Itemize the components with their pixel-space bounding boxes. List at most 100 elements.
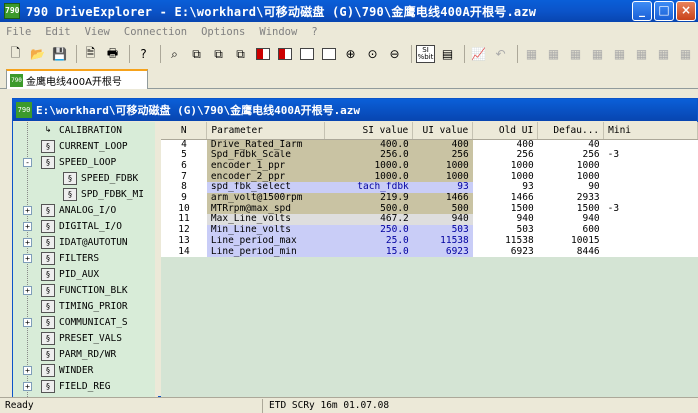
expand-icon[interactable]: + xyxy=(23,221,32,231)
menu-help[interactable]: ? xyxy=(311,26,317,38)
view-split-red-2-icon[interactable] xyxy=(275,45,294,64)
maximize-button[interactable]: □ xyxy=(654,1,674,21)
column-header-old-ui[interactable]: Old UI xyxy=(472,122,539,140)
tree-node[interactable]: + § ANALOG_I/O xyxy=(13,202,155,218)
compare-prev-icon[interactable]: ⧉ xyxy=(231,45,250,64)
download-icon[interactable]: ▦ xyxy=(522,45,541,64)
document-tab[interactable]: 790 金鹰电线400A开根号 xyxy=(6,69,148,89)
tree-node[interactable]: § SPD_FDBK_MI xyxy=(13,186,155,202)
menu-connection[interactable]: Connection xyxy=(124,26,187,38)
undo-icon[interactable]: ↶ xyxy=(491,45,510,64)
cell-si-value[interactable]: 467.2 xyxy=(324,214,413,226)
tree-node[interactable]: § PARM_RD/WR xyxy=(13,346,155,362)
cell-ui-value[interactable]: 500 xyxy=(412,203,473,215)
cell-si-value[interactable]: 219.9 xyxy=(324,193,413,204)
compare-next-icon[interactable]: ⧉ xyxy=(209,45,228,64)
expand-icon[interactable]: + xyxy=(23,381,32,391)
cell-ui-value[interactable]: 11538 xyxy=(412,235,473,247)
tree-node[interactable]: § PID_AUX xyxy=(13,266,155,282)
tree-node[interactable]: + § DIGITAL_I/O xyxy=(13,218,155,234)
menu-file[interactable]: File xyxy=(6,26,31,38)
table-row[interactable]: 5 Spd_Fdbk_Scale 256.0 256 256 256 -3 xyxy=(161,150,698,161)
cell-ui-value[interactable]: 256 xyxy=(412,150,473,161)
upload-icon[interactable]: ▦ xyxy=(544,45,563,64)
table-row[interactable]: 10 MTRrpm@max_spd 500.0 500 1500 1500 -3 xyxy=(161,203,698,215)
save-icon[interactable]: 💾 xyxy=(50,45,69,64)
menu-edit[interactable]: Edit xyxy=(45,26,70,38)
drive-config-icon[interactable]: ▦ xyxy=(654,45,673,64)
drive-compare-icon[interactable]: ▦ xyxy=(610,45,629,64)
print-preview-icon[interactable]: 🗎 xyxy=(81,45,100,64)
tree-node[interactable]: § TIMING_PRIOR xyxy=(13,298,155,314)
table-row[interactable]: 4 Drive_Rated_Iarm 400.0 400 400 40 xyxy=(161,139,698,151)
column-header-parameter[interactable]: Parameter xyxy=(206,122,326,140)
tree-node[interactable]: + § COMMUNICAT_S xyxy=(13,314,155,330)
cell-ui-value[interactable]: 6923 xyxy=(412,246,473,258)
si-units-toggle[interactable]: SI %bit xyxy=(415,45,436,64)
expand-icon[interactable]: + xyxy=(23,285,32,295)
find-icon[interactable]: ⌕ xyxy=(165,45,184,64)
tree-node[interactable]: + § WINDER xyxy=(13,362,155,378)
tree-node[interactable]: + § FUNCTION_BLK xyxy=(13,282,155,298)
print-icon[interactable]: 🖶 xyxy=(103,45,122,64)
view-column-icon[interactable] xyxy=(297,45,316,64)
cell-si-value[interactable]: 25.0 xyxy=(324,235,413,247)
cell-si-value[interactable]: 250.0 xyxy=(324,225,413,236)
table-row[interactable]: 8 spd_fbk_select tach_fdbk 93 93 90 xyxy=(161,182,698,194)
menu-view[interactable]: View xyxy=(85,26,110,38)
expand-icon[interactable]: + xyxy=(23,253,32,263)
cell-ui-value[interactable]: 503 xyxy=(412,225,473,236)
table-row[interactable]: 6 encoder_1_ppr 1000.0 1000 1000 1000 xyxy=(161,160,698,172)
cell-ui-value[interactable]: 1466 xyxy=(412,193,473,204)
table-row[interactable]: 14 Line_period_min 15.0 6923 6923 8446 xyxy=(161,246,698,258)
column-header-min[interactable]: Mini xyxy=(603,122,698,140)
tree-node[interactable]: + § FILTERS xyxy=(13,250,155,266)
drive-info-icon[interactable]: ▦ xyxy=(676,45,695,64)
expand-icon[interactable]: + xyxy=(23,205,32,215)
open-folder-icon[interactable]: 📂 xyxy=(28,45,47,64)
drive-sync-icon[interactable]: ▦ xyxy=(632,45,651,64)
expand-icon[interactable]: + xyxy=(23,365,32,375)
view-grid-icon[interactable] xyxy=(319,45,338,64)
cell-ui-value[interactable]: 1000 xyxy=(412,171,473,183)
cell-si-value[interactable]: 1000.0 xyxy=(324,160,413,172)
table-row[interactable]: 11 Max_Line_volts 467.2 940 940 940 xyxy=(161,214,698,226)
zoom-in-icon[interactable]: ⊕ xyxy=(341,45,360,64)
column-header-ui-value[interactable]: UI value xyxy=(412,122,474,140)
tree-node[interactable]: ↳ CALIBRATION xyxy=(13,122,155,138)
tree-node[interactable]: + § IDAT@AUTOTUN xyxy=(13,234,155,250)
tree-node[interactable]: § SPEED_FDBK xyxy=(13,170,155,186)
tree-node[interactable]: § PRESET_VALS xyxy=(13,330,155,346)
cell-ui-value[interactable]: 1000 xyxy=(412,160,473,172)
cell-si-value[interactable]: tach_fdbk xyxy=(324,182,413,194)
expand-icon[interactable]: + xyxy=(23,237,32,247)
table-row[interactable]: 12 Min_Line_volts 250.0 503 503 600 xyxy=(161,225,698,236)
cell-si-value[interactable]: 1000.0 xyxy=(324,171,413,183)
view-split-red-icon[interactable] xyxy=(253,45,272,64)
minimize-button[interactable]: _ xyxy=(632,1,652,21)
tree-node[interactable]: - § SPEED_LOOP xyxy=(13,154,155,170)
column-header-default[interactable]: Defau... xyxy=(537,122,605,140)
tree-node[interactable]: § CURRENT_LOOP xyxy=(13,138,155,154)
trend-window-icon[interactable]: ▤ xyxy=(438,45,457,64)
cell-si-value[interactable]: 15.0 xyxy=(324,246,413,258)
cell-si-value[interactable]: 500.0 xyxy=(324,203,413,215)
cell-ui-value[interactable]: 400 xyxy=(412,139,473,151)
close-button[interactable]: × xyxy=(676,1,696,21)
cell-ui-value[interactable]: 93 xyxy=(412,182,473,194)
menu-options[interactable]: Options xyxy=(201,26,245,38)
table-row[interactable]: 7 encoder_2_ppr 1000.0 1000 1000 1000 xyxy=(161,171,698,183)
zoom-out-icon[interactable]: ⊖ xyxy=(385,45,404,64)
cell-ui-value[interactable]: 940 xyxy=(412,214,473,226)
column-header-n[interactable]: N xyxy=(161,122,208,140)
help-icon[interactable]: ? xyxy=(134,45,153,64)
column-header-si-value[interactable]: SI value xyxy=(324,122,414,140)
chart-icon[interactable]: 📈 xyxy=(469,45,488,64)
table-row[interactable]: 9 arm_volt@1500rpm 219.9 1466 1466 2933 xyxy=(161,193,698,204)
menu-window[interactable]: Window xyxy=(259,26,297,38)
tree-node[interactable]: + § FIELD_REG xyxy=(13,378,155,394)
cell-si-value[interactable]: 400.0 xyxy=(324,139,413,151)
drive-write-icon[interactable]: ▦ xyxy=(588,45,607,64)
compare-icon[interactable]: ⧉ xyxy=(187,45,206,64)
table-row[interactable]: 13 Line_period_max 25.0 11538 11538 10015 xyxy=(161,235,698,247)
